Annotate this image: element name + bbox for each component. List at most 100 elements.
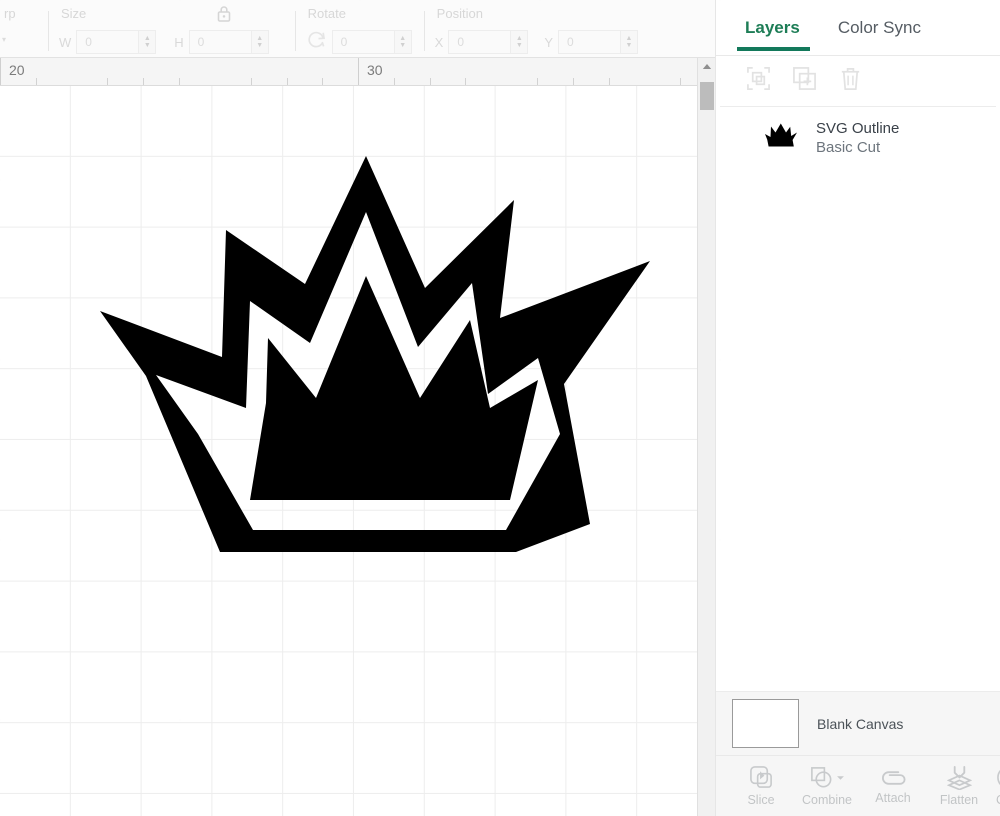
layer-title: SVG Outline	[816, 120, 900, 137]
spin-down-icon[interactable]: ▼	[144, 42, 151, 49]
height-letter: H	[174, 34, 184, 50]
blank-canvas-row[interactable]: Blank Canvas	[716, 691, 1000, 755]
ruler-minor-tick	[107, 78, 108, 85]
blank-canvas-label: Blank Canvas	[817, 715, 904, 732]
spin-down-icon[interactable]: ▼	[516, 42, 523, 49]
crown-outline-artwork[interactable]	[98, 148, 658, 568]
ruler-major-tick: 30	[358, 58, 383, 85]
flatten-icon	[946, 765, 972, 790]
contour-icon	[996, 765, 1000, 790]
spin-up-icon[interactable]: ▲	[144, 35, 151, 42]
ruler-tick-label: 30	[367, 62, 383, 78]
tab-color-sync[interactable]: Color Sync	[834, 0, 925, 56]
ruler-minor-tick	[465, 78, 466, 85]
ruler-minor-tick	[394, 78, 395, 85]
size-label: Size	[61, 6, 87, 21]
layer-list: SVG Outline Basic Cut	[716, 106, 1000, 169]
height-spin-buttons[interactable]: ▲ ▼	[250, 30, 269, 54]
spin-down-icon[interactable]: ▼	[256, 42, 263, 49]
canvas-vertical-scrollbar[interactable]	[697, 58, 715, 816]
ruler-minor-tick	[179, 78, 180, 85]
chevron-down-icon	[837, 775, 844, 780]
x-spin-buttons[interactable]: ▲ ▼	[510, 30, 529, 54]
combine-button[interactable]: Combine	[794, 765, 860, 807]
x-stepper[interactable]: 0 ▲ ▼	[448, 30, 529, 54]
ruler-minor-tick	[430, 78, 431, 85]
position-label: Position	[436, 6, 483, 21]
contour-button[interactable]: Co	[992, 765, 1000, 807]
layer-tools-bar	[716, 56, 1000, 106]
right-panel: Layers Color Sync SVG Outline Basic Cut …	[715, 0, 1000, 816]
attach-button[interactable]: Attach	[860, 768, 926, 805]
delete-icon[interactable]	[838, 66, 863, 96]
width-letter: W	[59, 34, 72, 50]
ruler-minor-tick	[322, 78, 323, 85]
scrollbar-thumb[interactable]	[700, 82, 714, 110]
flatten-label: Flatten	[939, 793, 979, 807]
layer-item[interactable]: SVG Outline Basic Cut	[716, 107, 1000, 169]
ruler-major-tick: 20	[0, 58, 25, 85]
attach-label: Attach	[875, 790, 911, 805]
rotate-group: Rotate 0 ▲ ▼	[306, 0, 416, 57]
width-spin-buttons[interactable]: ▲ ▼	[138, 30, 157, 54]
ruler-minor-tick	[251, 78, 252, 85]
spin-up-icon[interactable]: ▲	[399, 35, 406, 42]
x-input[interactable]: 0	[448, 30, 511, 54]
spin-down-icon[interactable]: ▼	[399, 42, 406, 49]
rotate-icon[interactable]	[306, 29, 328, 56]
spin-up-icon[interactable]: ▲	[516, 35, 523, 42]
tab-layers-label: Layers	[745, 17, 800, 37]
layer-subtitle: Basic Cut	[816, 139, 881, 156]
layer-actions-bar: Slice Combine Attach Flatten	[716, 755, 1000, 816]
slice-button[interactable]: Slice	[728, 765, 794, 807]
ruler-minor-tick	[680, 78, 681, 85]
rotate-spin-buttons[interactable]: ▲ ▼	[393, 30, 412, 54]
design-space-window: rp ▾ Size W 0 ▲ ▼ H 0 ▲ ▼ Rotate 0 ▲ ▼ P…	[0, 0, 1000, 816]
ruler-minor-tick	[537, 78, 538, 85]
ruler-minor-tick	[143, 78, 144, 85]
contour-label: Co	[996, 793, 1000, 807]
rotate-stepper[interactable]: 0 ▲ ▼	[331, 30, 412, 54]
y-letter: Y	[544, 34, 554, 50]
tab-color-sync-label: Color Sync	[837, 17, 921, 37]
width-stepper[interactable]: 0 ▲ ▼	[76, 30, 157, 54]
ruler-minor-tick	[36, 78, 37, 85]
y-input[interactable]: 0	[558, 30, 621, 54]
height-input[interactable]: 0	[188, 30, 251, 54]
toolbar-divider-3	[423, 11, 425, 51]
edit-toolbar: rp ▾ Size W 0 ▲ ▼ H 0 ▲ ▼ Rotate 0 ▲ ▼ P…	[0, 0, 715, 58]
design-canvas[interactable]	[0, 86, 697, 816]
layer-text-block: SVG Outline Basic Cut	[816, 120, 899, 156]
blank-canvas-swatch[interactable]	[732, 699, 799, 748]
clipped-group-label: rp	[4, 6, 16, 21]
tab-layers[interactable]: Layers	[737, 0, 810, 56]
toolbar-clipped-group: rp ▾	[0, 0, 38, 57]
lock-icon[interactable]	[216, 5, 232, 23]
slice-icon	[749, 765, 774, 790]
attach-icon	[880, 768, 907, 788]
slice-label: Slice	[747, 793, 775, 807]
position-group: Position X 0 ▲ ▼ Y 0 ▲ ▼	[435, 0, 642, 57]
flatten-button[interactable]: Flatten	[926, 765, 992, 807]
size-group: Size W 0 ▲ ▼ H 0 ▲ ▼	[59, 0, 273, 57]
x-letter: X	[434, 34, 444, 50]
ruler-minor-tick	[287, 78, 288, 85]
spin-down-icon[interactable]: ▼	[626, 42, 633, 49]
duplicate-icon[interactable]	[792, 66, 817, 96]
spin-up-icon[interactable]: ▲	[256, 35, 263, 42]
horizontal-ruler[interactable]: 20 30	[0, 58, 715, 86]
group-icon[interactable]	[746, 66, 771, 96]
combine-icon	[809, 765, 845, 790]
chevron-down-icon: ▾	[2, 34, 7, 44]
crown-icon	[764, 123, 798, 154]
y-spin-buttons[interactable]: ▲ ▼	[620, 30, 639, 54]
ruler-minor-tick	[573, 78, 574, 85]
height-stepper[interactable]: 0 ▲ ▼	[188, 30, 269, 54]
clipped-dropdown[interactable]: ▾	[2, 35, 6, 50]
spin-up-icon[interactable]: ▲	[626, 35, 633, 42]
scroll-up-arrow-icon[interactable]	[698, 58, 715, 75]
y-stepper[interactable]: 0 ▲ ▼	[558, 30, 639, 54]
width-input[interactable]: 0	[76, 30, 139, 54]
ruler-minor-tick	[609, 78, 610, 85]
rotate-input[interactable]: 0	[331, 30, 394, 54]
